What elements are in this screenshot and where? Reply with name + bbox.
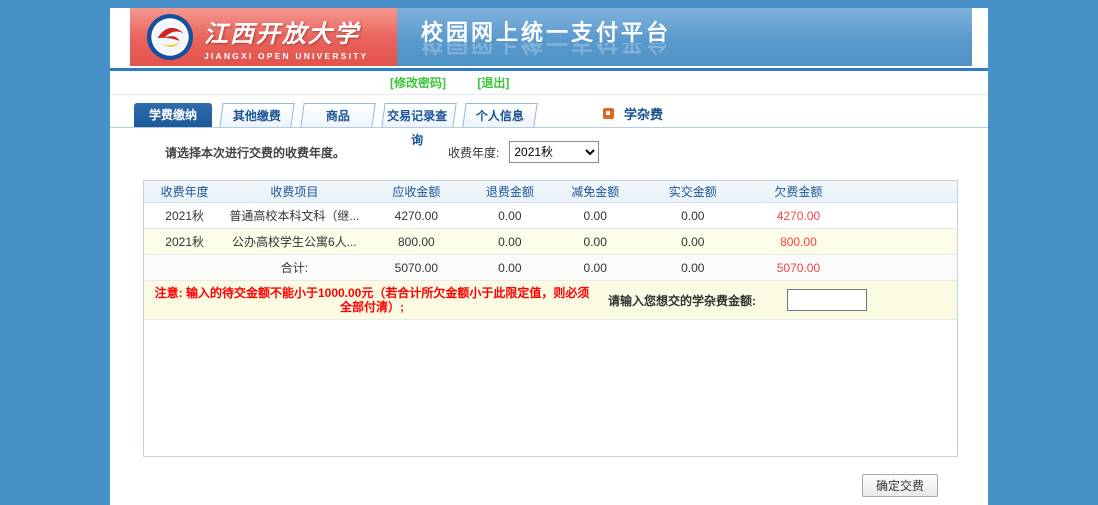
- confirm-payment-button[interactable]: 确定交费: [862, 474, 938, 497]
- table-row: 2021秋 普通高校本科文科（继... 4270.00 0.00 0.00 0.…: [144, 203, 957, 229]
- payment-note-row: 注意: 输入的待交金额不能小于1000.00元（若合计所欠金额小于此限定值，则必…: [144, 281, 957, 320]
- tab-other-fees[interactable]: 其他缴费: [219, 103, 294, 127]
- cell-owed: 800.00: [746, 235, 852, 249]
- year-select-label: 收费年度:: [448, 144, 499, 161]
- cell-paid: 0.00: [640, 209, 746, 223]
- university-logo-icon: [146, 13, 194, 61]
- tab-goods[interactable]: 商品: [300, 103, 375, 127]
- cell-reduction: 0.00: [550, 209, 639, 223]
- cell-refund: 0.00: [469, 261, 550, 275]
- platform-title-reflection: 校园网上统一支付平台: [421, 43, 972, 61]
- cell-paid: 0.00: [640, 261, 746, 275]
- minimum-payment-warning: 注意: 输入的待交金额不能小于1000.00元（若合计所欠金额小于此限定值，则必…: [152, 286, 592, 314]
- tab-transaction-records[interactable]: 交易记录查询: [381, 103, 456, 127]
- tab-tuition-payment[interactable]: 学费缴纳: [134, 103, 212, 127]
- tab-personal-info[interactable]: 个人信息: [462, 103, 537, 127]
- table-row: 2021秋 公办高校学生公寓6人... 800.00 0.00 0.00 0.0…: [144, 229, 957, 255]
- university-name-cn: 江西开放大学: [204, 14, 368, 49]
- cell-item: 公办高校学生公寓6人...: [225, 233, 363, 250]
- amount-input[interactable]: [787, 289, 867, 311]
- year-selector-row: 请选择本次进行交费的收费年度。 收费年度: 2021秋: [110, 140, 988, 164]
- platform-title-area: 校园网上统一支付平台 校园网上统一支付平台: [397, 8, 972, 66]
- col-header-refund: 退费金额: [469, 183, 550, 200]
- table-header-row: 收费年度 收费项目 应收金额 退费金额 减免金额 实交金额 欠费金额: [144, 181, 957, 203]
- cell-refund: 0.00: [469, 209, 550, 223]
- col-header-paid: 实交金额: [640, 183, 746, 200]
- cell-reduction: 0.00: [550, 235, 639, 249]
- page-card: 江西开放大学 JIANGXI OPEN UNIVERSITY 校园网上统一支付平…: [110, 8, 988, 505]
- col-header-year: 收费年度: [144, 183, 225, 200]
- account-links-row: [修改密码] [退出]: [110, 71, 988, 95]
- fee-table-panel: 收费年度 收费项目 应收金额 退费金额 减免金额 实交金额 欠费金额 2021秋…: [143, 180, 958, 457]
- cell-due: 4270.00: [364, 209, 470, 223]
- university-brand: 江西开放大学 JIANGXI OPEN UNIVERSITY: [130, 8, 397, 66]
- cell-due: 800.00: [364, 235, 470, 249]
- cell-owed: 5070.00: [746, 261, 852, 275]
- col-header-due: 应收金额: [364, 183, 470, 200]
- tab-bar: 学费缴纳 其他缴费 商品 交易记录查询 个人信息 学杂费: [110, 102, 988, 128]
- col-header-item: 收费项目: [225, 183, 363, 200]
- cell-paid: 0.00: [640, 235, 746, 249]
- fee-section-bullet-icon: [603, 108, 614, 119]
- cell-reduction: 0.00: [550, 261, 639, 275]
- cell-due: 5070.00: [364, 261, 470, 275]
- university-names: 江西开放大学 JIANGXI OPEN UNIVERSITY: [204, 14, 368, 61]
- year-instruction-text: 请选择本次进行交费的收费年度。: [165, 144, 390, 161]
- cell-year: 2021秋: [144, 233, 225, 250]
- amount-input-label: 请输入您想交的学杂费金额:: [608, 292, 756, 309]
- logout-link[interactable]: [退出]: [477, 76, 509, 90]
- cell-total-label: 合计:: [225, 259, 363, 276]
- cell-item: 普通高校本科文科（继...: [225, 207, 363, 224]
- col-header-reduction: 减免金额: [550, 183, 639, 200]
- cell-refund: 0.00: [469, 235, 550, 249]
- fee-section-title: 学杂费: [624, 104, 663, 123]
- year-select[interactable]: 2021秋: [509, 141, 599, 163]
- header-banner: 江西开放大学 JIANGXI OPEN UNIVERSITY 校园网上统一支付平…: [130, 8, 972, 66]
- col-header-owed: 欠费金额: [746, 183, 852, 200]
- cell-year: 2021秋: [144, 207, 225, 224]
- university-name-en: JIANGXI OPEN UNIVERSITY: [204, 51, 368, 61]
- fee-section-header: 学杂费: [603, 104, 663, 123]
- change-password-link[interactable]: [修改密码]: [390, 76, 446, 90]
- cell-owed: 4270.00: [746, 209, 852, 223]
- table-total-row: 合计: 5070.00 0.00 0.00 0.00 5070.00: [144, 255, 957, 281]
